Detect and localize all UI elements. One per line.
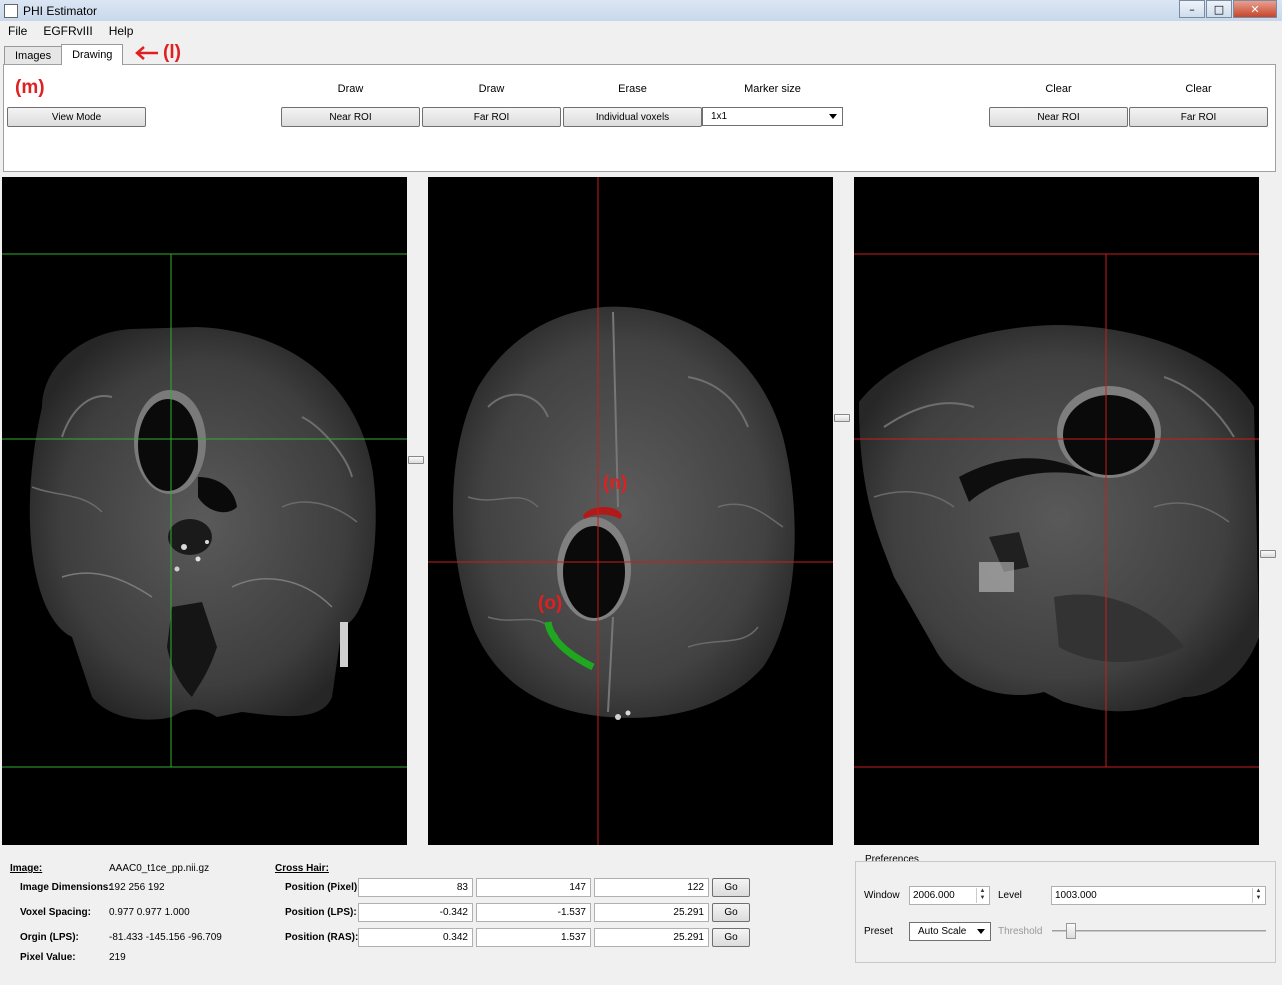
tab-drawing[interactable]: Drawing <box>61 44 124 65</box>
preset-label: Preset <box>864 926 893 937</box>
marker-size-label: Marker size <box>744 83 801 95</box>
image-filename: AAAC0_t1ce_pp.nii.gz <box>109 863 210 874</box>
level-value: 1003.000 <box>1055 890 1097 901</box>
go-pixel-button[interactable]: Go <box>712 878 750 897</box>
window-label: Window <box>864 890 900 901</box>
annotation-o: (o) <box>538 593 563 614</box>
threshold-slider-track[interactable] <box>1052 930 1266 932</box>
coronal-slice-image <box>2 253 407 768</box>
draw-near-roi-button[interactable]: Near ROI <box>281 107 420 127</box>
pixel-value-label: Pixel Value: <box>20 952 76 963</box>
spin-arrows-icon: ▲ ▼ <box>1252 888 1264 903</box>
position-ras-y[interactable]: 1.537 <box>476 928 591 947</box>
close-button[interactable]: ✕ <box>1233 0 1277 18</box>
draw-far-label: Draw <box>478 83 505 95</box>
preset-select[interactable]: Auto Scale <box>909 922 991 941</box>
menu-bar: File EGFRvIII Help <box>0 21 1282 40</box>
crosshair-heading: Cross Hair: <box>275 863 329 874</box>
go-lps-button[interactable]: Go <box>712 903 750 922</box>
erase-voxels-button[interactable]: Individual voxels <box>563 107 702 127</box>
axial-viewer[interactable]: (n) (o) <box>428 177 833 845</box>
image-dimensions-value: 192 256 192 <box>109 882 165 893</box>
maximize-button[interactable]: □ <box>1206 0 1232 18</box>
window-value: 2006.000 <box>913 890 955 901</box>
tab-images[interactable]: Images <box>4 46 63 65</box>
window-title: PHI Estimator <box>23 3 98 18</box>
position-ras-x[interactable]: 0.342 <box>358 928 473 947</box>
spin-arrows-icon: ▲ ▼ <box>976 888 988 903</box>
marker-size-value: 1x1 <box>711 111 728 122</box>
tab-bar: Images Drawing <box>4 44 124 65</box>
coronal-viewer[interactable] <box>2 177 407 845</box>
annotation-m: (m) <box>15 77 45 98</box>
draw-near-label: Draw <box>337 83 364 95</box>
splitter-handle-right[interactable] <box>834 414 850 422</box>
position-lps-x[interactable]: -0.342 <box>358 903 473 922</box>
position-lps-y[interactable]: -1.537 <box>476 903 591 922</box>
position-pixel-x[interactable]: 83 <box>358 878 473 897</box>
annotation-n: (n) <box>603 473 628 494</box>
position-lps-label: Position (LPS): <box>285 907 357 918</box>
chevron-down-icon <box>829 114 837 119</box>
minimize-button[interactable]: – <box>1179 0 1205 18</box>
threshold-label: Threshold <box>998 926 1043 937</box>
chevron-down-icon <box>977 929 985 934</box>
origin-value: -81.433 -145.156 -96.709 <box>109 932 222 943</box>
annotation-l: (l) <box>163 42 181 63</box>
position-pixel-y[interactable]: 147 <box>476 878 591 897</box>
position-ras-label: Position (RAS): <box>285 932 359 943</box>
voxel-spacing-label: Voxel Spacing: <box>20 907 91 918</box>
clear-far-roi-button[interactable]: Far ROI <box>1129 107 1268 127</box>
view-mode-button[interactable]: View Mode <box>7 107 146 127</box>
marker-size-select[interactable]: 1x1 <box>702 107 843 126</box>
annotation-arrow-icon <box>135 46 158 60</box>
title-bar: PHI Estimator – □ ✕ <box>0 0 1282 21</box>
clear-near-label: Clear <box>1045 83 1072 95</box>
splitter-handle-left[interactable] <box>408 456 424 464</box>
level-spinbox[interactable]: 1003.000 ▲ ▼ <box>1051 886 1266 905</box>
preset-value: Auto Scale <box>918 926 967 937</box>
origin-label: Orgin (LPS): <box>20 932 79 943</box>
sagittal-slice-image <box>854 253 1259 768</box>
menu-help[interactable]: Help <box>101 24 142 38</box>
drawing-panel: (m) View Mode Draw Near ROI Draw Far ROI… <box>3 64 1276 172</box>
position-ras-z[interactable]: 25.291 <box>594 928 709 947</box>
axial-slice-image <box>428 177 833 845</box>
position-pixel-z[interactable]: 122 <box>594 878 709 897</box>
window-spinbox[interactable]: 2006.000 ▲ ▼ <box>909 886 990 905</box>
voxel-spacing-value: 0.977 0.977 1.000 <box>109 907 190 918</box>
splitter-handle-sagittal[interactable] <box>1260 550 1276 558</box>
level-label: Level <box>998 890 1022 901</box>
position-pixel-label: Position (Pixel): <box>285 882 361 893</box>
pixel-value: 219 <box>109 952 126 963</box>
erase-label: Erase <box>618 83 647 95</box>
image-dimensions-label: Image Dimensions: <box>20 882 112 893</box>
position-lps-z[interactable]: 25.291 <box>594 903 709 922</box>
app-icon <box>4 3 18 18</box>
clear-near-roi-button[interactable]: Near ROI <box>989 107 1128 127</box>
threshold-slider-handle[interactable] <box>1066 923 1076 939</box>
clear-far-label: Clear <box>1185 83 1212 95</box>
image-heading: Image: <box>10 863 43 874</box>
menu-egfrviii[interactable]: EGFRvIII <box>35 24 100 38</box>
draw-far-roi-button[interactable]: Far ROI <box>422 107 561 127</box>
go-ras-button[interactable]: Go <box>712 928 750 947</box>
sagittal-viewer[interactable] <box>854 177 1259 845</box>
menu-file[interactable]: File <box>0 24 35 38</box>
preferences-group <box>855 861 1276 963</box>
